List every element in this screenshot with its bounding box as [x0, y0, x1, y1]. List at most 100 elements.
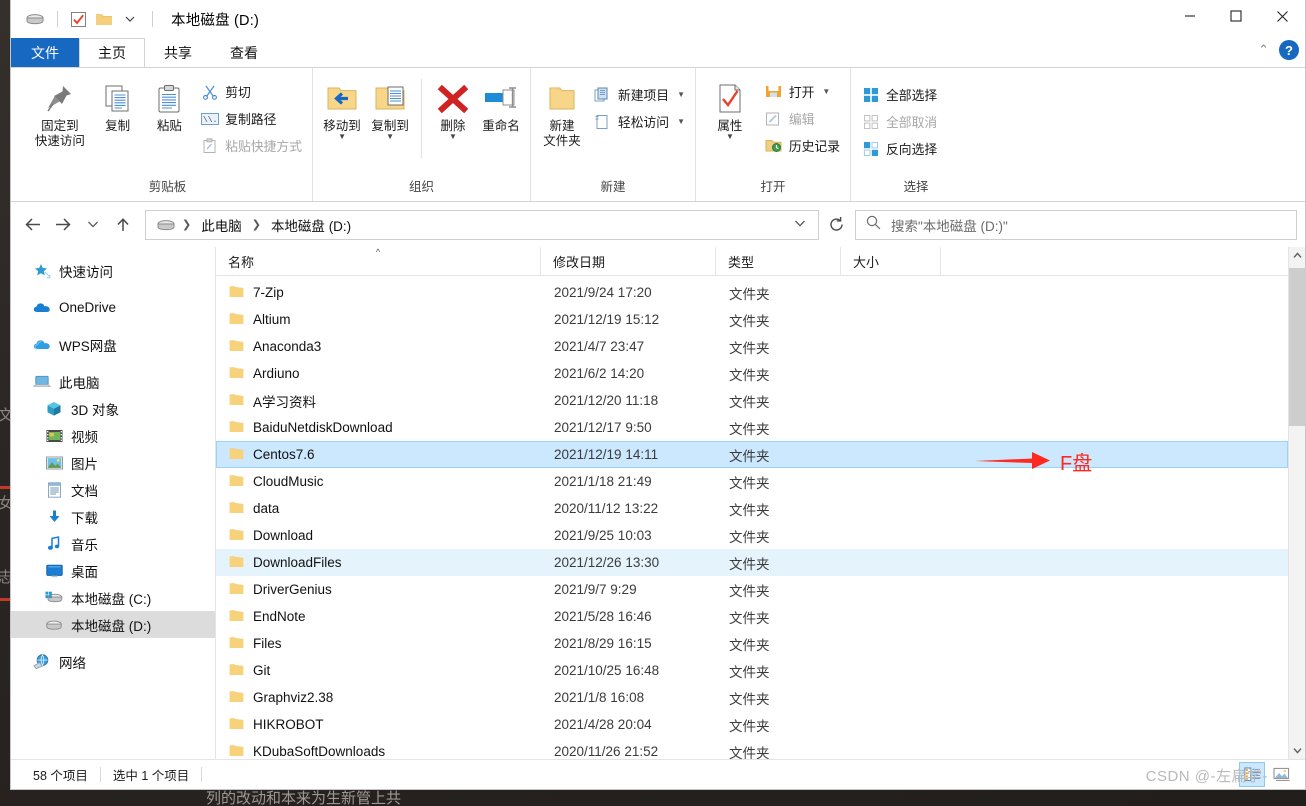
address-bar[interactable]: ❯ 此电脑 ❯ 本地磁盘 (D:)	[145, 209, 819, 240]
sidebar-item-this-pc[interactable]: 此电脑	[11, 368, 215, 395]
invert-selection-button[interactable]: 反向选择	[857, 135, 941, 162]
file-name-cell[interactable]: CloudMusic	[217, 474, 542, 490]
details-view-button[interactable]	[1239, 762, 1265, 787]
tab-view[interactable]: 查看	[211, 38, 277, 67]
chevron-down-icon[interactable]: ▼	[677, 117, 685, 126]
copy-button[interactable]: 复制	[93, 73, 143, 134]
column-header-type[interactable]: 类型	[716, 246, 841, 276]
vertical-scrollbar[interactable]	[1288, 247, 1306, 759]
move-to-button[interactable]: 移动到 ▼	[319, 73, 365, 141]
delete-button[interactable]: 删除 ▼	[430, 73, 476, 141]
new-folder-button[interactable]: 新建 文件夹	[537, 73, 587, 150]
file-name-cell[interactable]: BaiduNetdiskDownload	[217, 420, 542, 436]
search-box[interactable]: 搜索"本地磁盘 (D:)"	[855, 209, 1297, 240]
chevron-down-icon[interactable]: ▼	[449, 133, 457, 141]
select-none-button[interactable]: 全部取消	[857, 108, 941, 135]
breadcrumb-separator[interactable]: ❯	[180, 218, 193, 231]
sidebar-item-quick-access[interactable]: 快速访问	[11, 257, 215, 284]
file-name-cell[interactable]: Altium	[217, 312, 542, 328]
minimize-button[interactable]	[1167, 0, 1213, 32]
file-name-cell[interactable]: KDubaSoftDownloads	[217, 744, 542, 759]
file-name-cell[interactable]: DriverGenius	[217, 582, 542, 598]
breadcrumb-local-disk-d[interactable]: 本地磁盘 (D:)	[267, 213, 355, 237]
file-name-cell[interactable]: Files	[217, 636, 542, 652]
sidebar-item-onedrive[interactable]: OneDrive	[11, 294, 215, 321]
chevron-up-icon[interactable]: ⌃	[1258, 42, 1269, 58]
maximize-button[interactable]	[1213, 0, 1259, 32]
history-button[interactable]: 历史记录	[760, 132, 844, 159]
cut-button[interactable]: 剪切	[196, 78, 306, 105]
rename-button[interactable]: 重命名	[478, 73, 524, 134]
file-name-cell[interactable]: 7-Zip	[217, 285, 542, 301]
table-row[interactable]: Files 2021/8/29 16:15 文件夹	[216, 630, 1288, 657]
edit-button[interactable]: 编辑	[760, 105, 844, 132]
table-row[interactable]: KDubaSoftDownloads 2020/11/26 21:52 文件夹	[216, 738, 1288, 759]
easy-access-button[interactable]: 轻松访问 ▼	[589, 108, 689, 135]
sidebar-item-downloads[interactable]: 下载	[11, 503, 215, 530]
table-row[interactable]: Download 2021/9/25 10:03 文件夹	[216, 522, 1288, 549]
chevron-down-icon[interactable]: ▼	[338, 133, 346, 141]
scroll-down-button[interactable]	[1289, 742, 1306, 759]
column-header-name[interactable]: ^ 名称	[216, 246, 541, 276]
forward-button[interactable]	[49, 211, 77, 239]
chevron-down-icon[interactable]: ▼	[386, 133, 394, 141]
file-name-cell[interactable]: Git	[217, 663, 542, 679]
copy-to-button[interactable]: 复制到 ▼	[367, 73, 413, 141]
scrollbar-track[interactable]	[1288, 264, 1306, 742]
file-name-cell[interactable]: EndNote	[217, 609, 542, 625]
file-name-cell[interactable]: Graphviz2.38	[217, 690, 542, 706]
paste-button[interactable]: 粘贴	[144, 73, 194, 134]
chevron-down-icon[interactable]: ▼	[677, 90, 685, 99]
close-button[interactable]	[1259, 0, 1305, 32]
sidebar-item-videos[interactable]: 视频	[11, 422, 215, 449]
table-row[interactable]: EndNote 2021/5/28 16:46 文件夹	[216, 603, 1288, 630]
table-row[interactable]: HIKROBOT 2021/4/28 20:04 文件夹	[216, 711, 1288, 738]
customize-qat-caret[interactable]	[118, 8, 142, 30]
table-row[interactable]: 7-Zip 2021/9/24 17:20 文件夹	[216, 279, 1288, 306]
table-row[interactable]: Ardiuno 2021/6/2 14:20 文件夹	[216, 360, 1288, 387]
recent-locations-button[interactable]	[79, 211, 107, 239]
scroll-up-button[interactable]	[1289, 247, 1306, 264]
file-name-cell[interactable]: HIKROBOT	[217, 717, 542, 733]
select-all-button[interactable]: 全部选择	[857, 81, 941, 108]
copy-path-button[interactable]: \\.. 复制路径	[196, 105, 306, 132]
file-name-cell[interactable]: DownloadFiles	[217, 555, 542, 571]
pin-to-quick-access-button[interactable]: 固定到 快速访问	[29, 73, 91, 150]
address-dropdown-icon[interactable]	[786, 219, 814, 231]
back-button[interactable]	[19, 211, 47, 239]
large-icons-view-button[interactable]	[1269, 762, 1295, 787]
open-button[interactable]: 打开 ▼	[760, 78, 844, 105]
tab-file[interactable]: 文件	[11, 38, 79, 67]
table-row[interactable]: data 2020/11/12 13:22 文件夹	[216, 495, 1288, 522]
column-header-modified[interactable]: 修改日期	[541, 246, 716, 276]
up-button[interactable]	[109, 211, 137, 239]
file-name-cell[interactable]: Centos7.6	[217, 447, 542, 463]
tab-share[interactable]: 共享	[145, 38, 211, 67]
drive-icon[interactable]	[23, 8, 47, 30]
sidebar-item-local-disk-c[interactable]: 本地磁盘 (C:)	[11, 584, 215, 611]
table-row[interactable]: BaiduNetdiskDownload 2021/12/17 9:50 文件夹	[216, 414, 1288, 441]
table-row[interactable]: Graphviz2.38 2021/1/8 16:08 文件夹	[216, 684, 1288, 711]
sidebar-item-pictures[interactable]: 图片	[11, 449, 215, 476]
column-header-size[interactable]: 大小	[841, 246, 941, 276]
file-name-cell[interactable]: Ardiuno	[217, 366, 542, 382]
properties-button[interactable]: 属性 ▼	[702, 73, 758, 141]
scrollbar-thumb[interactable]	[1288, 268, 1306, 426]
table-row[interactable]: DownloadFiles 2021/12/26 13:30 文件夹	[216, 549, 1288, 576]
breadcrumb-separator[interactable]: ❯	[250, 218, 263, 231]
file-name-cell[interactable]: Anaconda3	[217, 339, 542, 355]
sidebar-item-network[interactable]: 网络	[11, 648, 215, 675]
sidebar-item-desktop[interactable]: 桌面	[11, 557, 215, 584]
sidebar-item-3d-objects[interactable]: 3D 对象	[11, 395, 215, 422]
table-row[interactable]: Anaconda3 2021/4/7 23:47 文件夹	[216, 333, 1288, 360]
table-row[interactable]: CloudMusic 2021/1/18 21:49 文件夹	[216, 468, 1288, 495]
new-item-button[interactable]: 新建项目 ▼	[589, 81, 689, 108]
sidebar-item-local-disk-d[interactable]: 本地磁盘 (D:)	[11, 611, 215, 638]
table-row[interactable]: A学习资料 2021/12/20 11:18 文件夹	[216, 387, 1288, 414]
sidebar-item-wps-cloud[interactable]: WPS网盘	[11, 331, 215, 358]
sidebar-item-music[interactable]: 音乐	[11, 530, 215, 557]
file-name-cell[interactable]: A学习资料	[217, 391, 542, 411]
new-folder-icon[interactable]	[92, 8, 116, 30]
table-row[interactable]: DriverGenius 2021/9/7 9:29 文件夹	[216, 576, 1288, 603]
tab-home[interactable]: 主页	[79, 38, 145, 67]
